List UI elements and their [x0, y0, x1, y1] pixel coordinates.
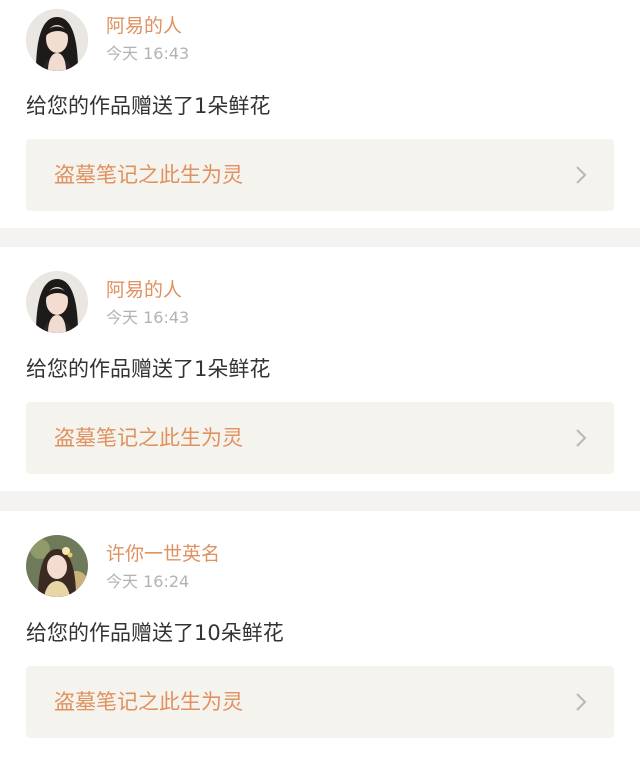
timestamp: 今天 16:43: [106, 44, 190, 63]
gift-message: 给您的作品赠送了1朵鲜花: [26, 94, 271, 118]
gift-message: 给您的作品赠送了1朵鲜花: [26, 357, 271, 381]
avatar[interactable]: [26, 271, 88, 333]
avatar[interactable]: [26, 9, 88, 71]
username[interactable]: 阿易的人: [106, 278, 182, 302]
username[interactable]: 阿易的人: [106, 14, 182, 38]
work-title: 盗墓笔记之此生为灵: [54, 426, 243, 450]
username[interactable]: 许你一世英名: [106, 542, 220, 566]
chevron-right-icon: [576, 166, 587, 184]
gift-message: 给您的作品赠送了10朵鲜花: [26, 621, 284, 645]
timestamp: 今天 16:43: [106, 308, 190, 327]
work-link[interactable]: 盗墓笔记之此生为灵: [26, 402, 614, 474]
notification-card: 阿易的人 今天 16:43 给您的作品赠送了1朵鲜花 盗墓笔记之此生为灵: [0, 0, 640, 228]
work-link[interactable]: 盗墓笔记之此生为灵: [26, 139, 614, 211]
notification-card: 许你一世英名 今天 16:24 给您的作品赠送了10朵鲜花 盗墓笔记之此生为灵: [0, 511, 640, 760]
avatar-portrait-dark-hair-icon: [26, 271, 88, 333]
avatar-portrait-dark-hair-icon: [26, 9, 88, 71]
work-link[interactable]: 盗墓笔记之此生为灵: [26, 666, 614, 738]
notification-feed: 阿易的人 今天 16:43 给您的作品赠送了1朵鲜花 盗墓笔记之此生为灵 阿易的…: [0, 0, 640, 760]
work-title: 盗墓笔记之此生为灵: [54, 690, 243, 714]
work-title: 盗墓笔记之此生为灵: [54, 163, 243, 187]
avatar[interactable]: [26, 535, 88, 597]
avatar-portrait-costume-icon: [26, 535, 88, 597]
timestamp: 今天 16:24: [106, 572, 190, 591]
chevron-right-icon: [576, 693, 587, 711]
notification-card: 阿易的人 今天 16:43 给您的作品赠送了1朵鲜花 盗墓笔记之此生为灵: [0, 247, 640, 491]
chevron-right-icon: [576, 429, 587, 447]
